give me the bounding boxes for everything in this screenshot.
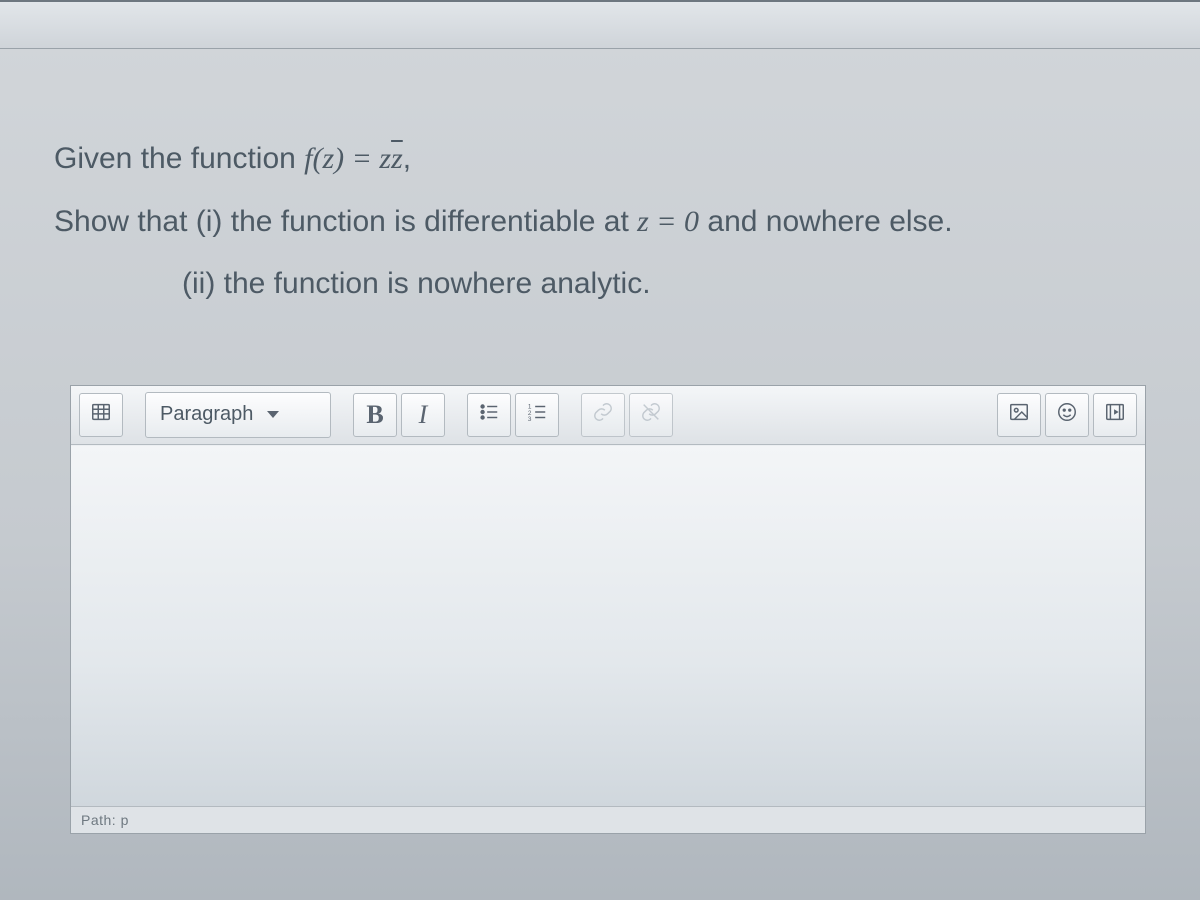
editor-status-bar: Path: p [71, 806, 1145, 833]
screen-root: Given the function f(z) = zz, Show that … [0, 0, 1200, 900]
window-top-strip [0, 0, 1200, 49]
smiley-icon [1056, 401, 1078, 429]
editor-toolbar: Paragraph B I 123 [71, 386, 1145, 445]
text-given: Given the function [54, 142, 304, 175]
bold-label: B [366, 400, 383, 430]
media-icon [1104, 401, 1126, 429]
svg-text:3: 3 [528, 416, 532, 423]
bold-button[interactable]: B [353, 393, 397, 437]
table-icon [90, 401, 112, 429]
rich-text-editor: Paragraph B I 123 [70, 385, 1146, 834]
table-button[interactable] [79, 393, 123, 437]
text-show-that: Show that (i) the function is differenti… [54, 205, 637, 238]
text-part-ii: (ii) the function is nowhere analytic. [182, 267, 651, 300]
italic-button[interactable]: I [401, 393, 445, 437]
text-comma: , [403, 142, 411, 175]
numbered-list-button[interactable]: 123 [515, 393, 559, 437]
chevron-down-icon [267, 411, 279, 418]
question-line-1: Given the function f(z) = zz, [54, 139, 1160, 180]
format-select[interactable]: Paragraph [145, 392, 331, 438]
link-icon [592, 401, 614, 429]
bullet-list-icon [478, 401, 500, 429]
bullet-list-button[interactable] [467, 393, 511, 437]
media-button[interactable] [1093, 393, 1137, 437]
unlink-icon [640, 401, 662, 429]
text-nowhere-else: and nowhere else. [707, 205, 952, 238]
path-label: Path: p [81, 812, 129, 828]
emoji-button[interactable] [1045, 393, 1089, 437]
unlink-button[interactable] [629, 393, 673, 437]
format-select-label: Paragraph [160, 403, 253, 426]
image-icon [1008, 401, 1030, 429]
math-z0: z = 0 [637, 205, 699, 238]
math-fz: f(z) = z [304, 142, 391, 175]
editor-content-area[interactable] [71, 445, 1145, 806]
math-zbar: z [391, 142, 403, 175]
numbered-list-icon: 123 [526, 401, 548, 429]
question-text: Given the function f(z) = zz, Show that … [0, 49, 1200, 355]
question-line-3: (ii) the function is nowhere analytic. [54, 264, 1160, 305]
image-button[interactable] [997, 393, 1041, 437]
italic-label: I [419, 400, 428, 430]
question-line-2: Show that (i) the function is differenti… [54, 202, 1160, 243]
link-button[interactable] [581, 393, 625, 437]
